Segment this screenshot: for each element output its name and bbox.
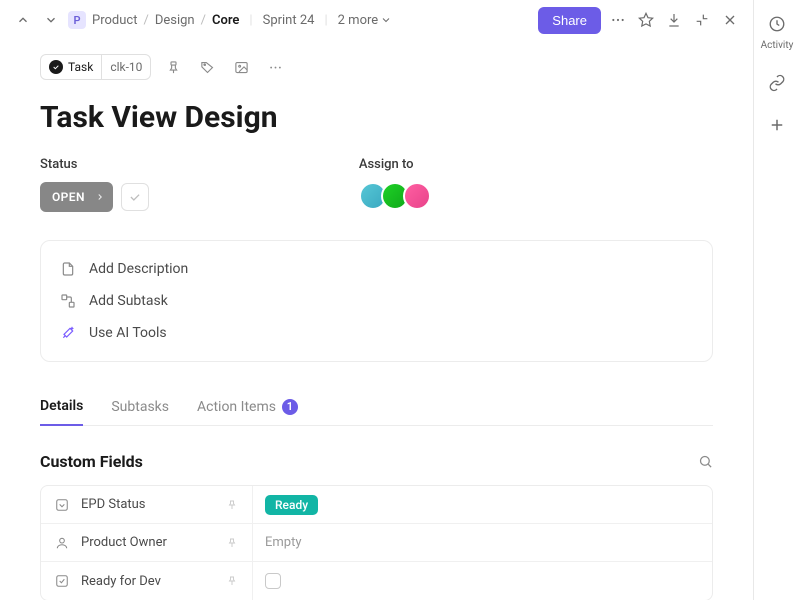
pin-icon[interactable] <box>161 55 185 79</box>
description-icon <box>59 261 77 277</box>
cf-label: Ready for Dev <box>81 574 161 589</box>
expand-down-icon[interactable] <box>40 9 62 31</box>
table-row: Product Owner Empty <box>41 524 712 562</box>
task-chip[interactable]: Task clk-10 <box>40 54 151 80</box>
checkbox-field-icon <box>55 574 71 588</box>
assign-section: Assign to <box>359 157 431 212</box>
tab-subtasks[interactable]: Subtasks <box>111 389 169 425</box>
chevron-right-icon <box>95 192 105 202</box>
task-id: clk-10 <box>102 60 150 74</box>
use-ai-tools-button[interactable]: Use AI Tools <box>45 317 708 349</box>
assignee-avatars[interactable] <box>359 182 431 210</box>
tab-action-items[interactable]: Action Items 1 <box>197 389 298 425</box>
add-subtask-button[interactable]: Add Subtask <box>45 285 708 317</box>
close-icon[interactable] <box>719 9 741 31</box>
breadcrumb: P Product / Design / Core | Sprint 24 | … <box>68 11 532 29</box>
add-description-button[interactable]: Add Description <box>45 253 708 285</box>
pin-icon[interactable] <box>226 537 238 549</box>
task-status-dot-icon <box>49 60 63 74</box>
more-chip-icon[interactable] <box>263 55 287 79</box>
cf-label: EPD Status <box>81 497 146 512</box>
tab-details[interactable]: Details <box>40 388 83 426</box>
quick-actions-card: Add Description Add Subtask Use AI Tools <box>40 240 713 362</box>
cf-label: Product Owner <box>81 535 167 550</box>
assign-label: Assign to <box>359 157 431 172</box>
table-row: EPD Status Ready <box>41 486 712 524</box>
breadcrumb-sprint[interactable]: Sprint 24 <box>263 13 315 28</box>
empty-value: Empty <box>265 535 302 550</box>
custom-fields-table: EPD Status Ready Product Owner <box>40 485 713 600</box>
pin-icon[interactable] <box>226 575 238 587</box>
status-tag: Ready <box>265 495 318 515</box>
plus-icon[interactable] <box>767 115 787 135</box>
status-pill[interactable]: OPEN <box>40 182 113 212</box>
image-icon[interactable] <box>229 55 253 79</box>
share-button[interactable]: Share <box>538 7 601 34</box>
table-row: Ready for Dev <box>41 562 712 600</box>
page-title: Task View Design <box>40 100 713 135</box>
activity-icon[interactable] <box>767 14 787 34</box>
cf-value-cell[interactable] <box>253 573 712 589</box>
breadcrumb-more[interactable]: 2 more <box>338 13 393 28</box>
subtask-icon <box>59 293 77 309</box>
dropdown-field-icon <box>55 498 71 512</box>
complete-check-button[interactable] <box>121 183 149 211</box>
breadcrumb-product[interactable]: Product <box>92 13 137 28</box>
tabs: Details Subtasks Action Items 1 <box>40 388 713 426</box>
status-label: Status <box>40 157 149 172</box>
add-description-label: Add Description <box>89 261 188 277</box>
status-section: Status OPEN <box>40 157 149 212</box>
custom-fields-heading: Custom Fields <box>40 452 143 471</box>
ai-sparkle-icon <box>59 325 77 341</box>
right-sidebar: Activity <box>754 0 800 600</box>
activity-label: Activity <box>761 40 794 51</box>
tab-action-items-label: Action Items <box>197 399 276 415</box>
more-options-icon[interactable] <box>607 9 629 31</box>
task-chip-label: Task <box>68 60 93 74</box>
breadcrumb-more-label: 2 more <box>338 13 379 28</box>
pin-icon[interactable] <box>226 499 238 511</box>
star-icon[interactable] <box>635 9 657 31</box>
breadcrumb-core[interactable]: Core <box>212 13 239 28</box>
status-value: OPEN <box>52 190 85 204</box>
space-badge[interactable]: P <box>68 11 86 29</box>
avatar[interactable] <box>403 182 431 210</box>
search-icon[interactable] <box>698 454 713 469</box>
ready-for-dev-checkbox[interactable] <box>265 573 281 589</box>
link-icon[interactable] <box>767 73 787 93</box>
breadcrumb-design[interactable]: Design <box>155 13 195 28</box>
action-items-badge: 1 <box>282 399 298 415</box>
add-subtask-label: Add Subtask <box>89 293 168 309</box>
cf-value-cell[interactable]: Empty <box>253 535 712 550</box>
task-chips: Task clk-10 <box>40 54 713 80</box>
minimize-icon[interactable] <box>691 9 713 31</box>
use-ai-tools-label: Use AI Tools <box>89 325 167 341</box>
collapse-up-icon[interactable] <box>12 9 34 31</box>
download-icon[interactable] <box>663 9 685 31</box>
tag-icon[interactable] <box>195 55 219 79</box>
person-field-icon <box>55 536 71 550</box>
cf-value-cell[interactable]: Ready <box>253 495 712 515</box>
topbar: P Product / Design / Core | Sprint 24 | … <box>0 0 753 40</box>
